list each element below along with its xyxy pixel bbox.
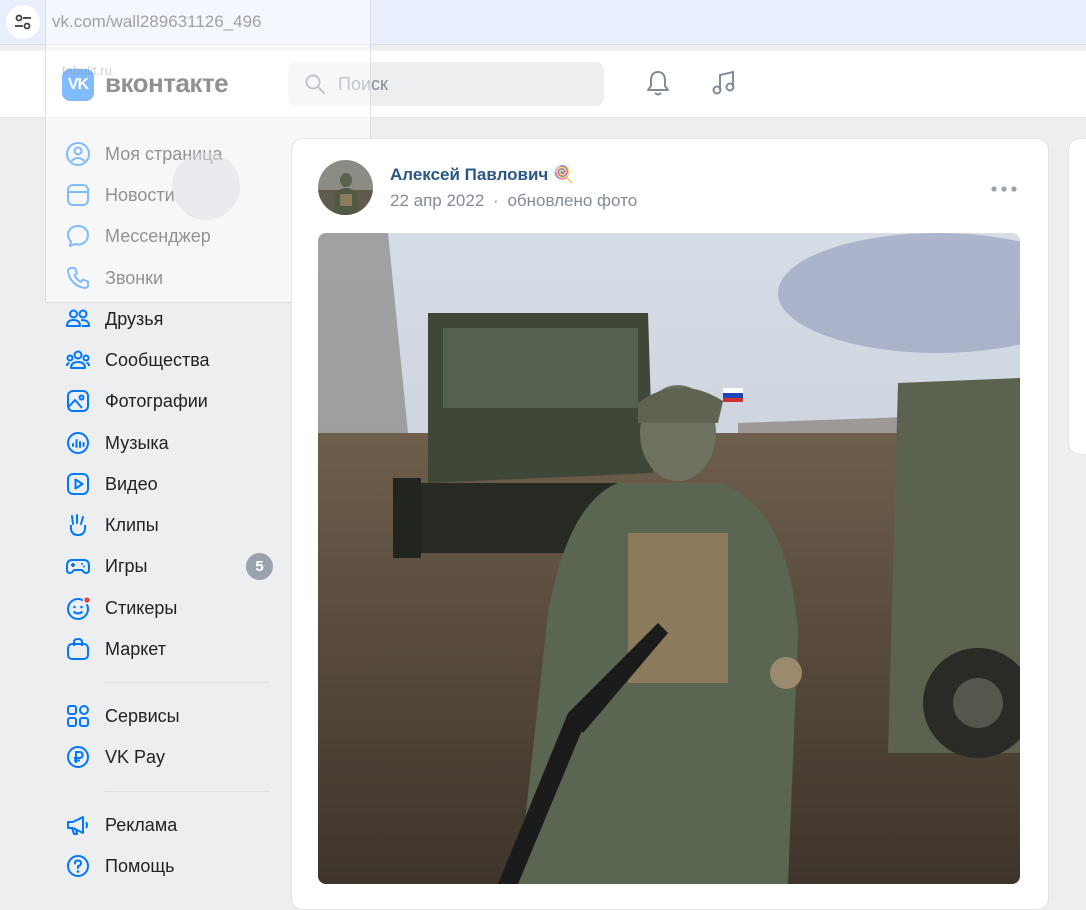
post-action-text: обновлено фото [507,191,638,210]
sidebar-item-photos[interactable]: Фотографии [62,385,292,417]
sidebar-item-label: Сообщества [105,349,210,370]
sidebar-item-label: Помощь [105,855,175,876]
sidebar-item-label: VK Pay [105,746,166,767]
sidebar-item-label: Реклама [105,814,178,835]
author-name-text: Алексей Павлович [390,165,549,184]
post-photo[interactable] [318,233,1020,884]
stickers-icon [67,595,91,620]
overlay-faint-text: tabulit.ru [62,63,112,78]
sidebar-item-label: Сервисы [105,705,180,726]
video-icon [67,473,89,495]
post-photo-image [318,233,1020,884]
sidebar-item-label: Друзья [105,308,164,329]
sidebar-item-music[interactable]: Музыка [62,427,292,459]
site-info-button[interactable] [6,5,40,39]
sidebar-item-market[interactable]: Маркет [62,633,292,665]
friends-icon [66,309,91,327]
author-emoji: 🍭 [553,165,575,184]
sidebar-item-label: Видео [105,473,158,494]
meta-separator: · [493,191,499,210]
sidebar-item-services[interactable]: Сервисы [62,700,292,732]
market-icon [67,637,89,660]
right-panel-card [1068,138,1086,455]
post-meta: 22 апр 2022 · обновлено фото [390,191,637,211]
tune-icon [15,14,31,30]
sidebar-item-friends[interactable]: Друзья [62,303,292,335]
sidebar-item-label: Маркет [105,638,166,659]
sidebar-item-vkpay[interactable]: VK Pay [62,741,292,773]
sidebar-item-label: Фотографии [105,390,208,411]
sidebar-item-stickers[interactable]: Стикеры [62,592,292,624]
avatar-image [318,160,373,215]
music-icon [67,432,89,454]
post-author-name[interactable]: Алексей Павлович 🍭 [390,165,574,185]
sidebar-item-help[interactable]: Помощь [62,850,292,882]
photos-icon [67,390,89,412]
bell-icon[interactable] [643,68,673,98]
music-note-icon[interactable] [709,68,739,98]
vkpay-icon [67,746,89,768]
post-date[interactable]: 22 апр 2022 [390,191,484,210]
sidebar-item-ads[interactable]: Реклама [62,809,292,841]
sidebar-divider [105,791,270,792]
sidebar-item-label: Игры [105,555,148,576]
games-count-badge: 5 [246,553,273,580]
sidebar-item-video[interactable]: Видео [62,468,292,500]
sidebar-item-label: Музыка [105,432,169,453]
sidebar-item-label: Стикеры [105,597,178,618]
communities-icon [66,350,90,369]
overlay-circle-icon [172,152,240,220]
more-dots-icon[interactable] [990,182,1018,196]
services-icon [67,705,89,727]
games-icon [66,559,90,574]
sidebar-item-communities[interactable]: Сообщества [62,344,292,376]
avatar[interactable] [318,160,373,215]
ads-icon [67,816,88,835]
clips-icon [69,514,87,537]
sidebar-item-clips[interactable]: Клипы [62,509,292,541]
help-icon [67,855,89,877]
sidebar-item-label: Клипы [105,514,159,535]
sidebar-divider [105,682,270,683]
